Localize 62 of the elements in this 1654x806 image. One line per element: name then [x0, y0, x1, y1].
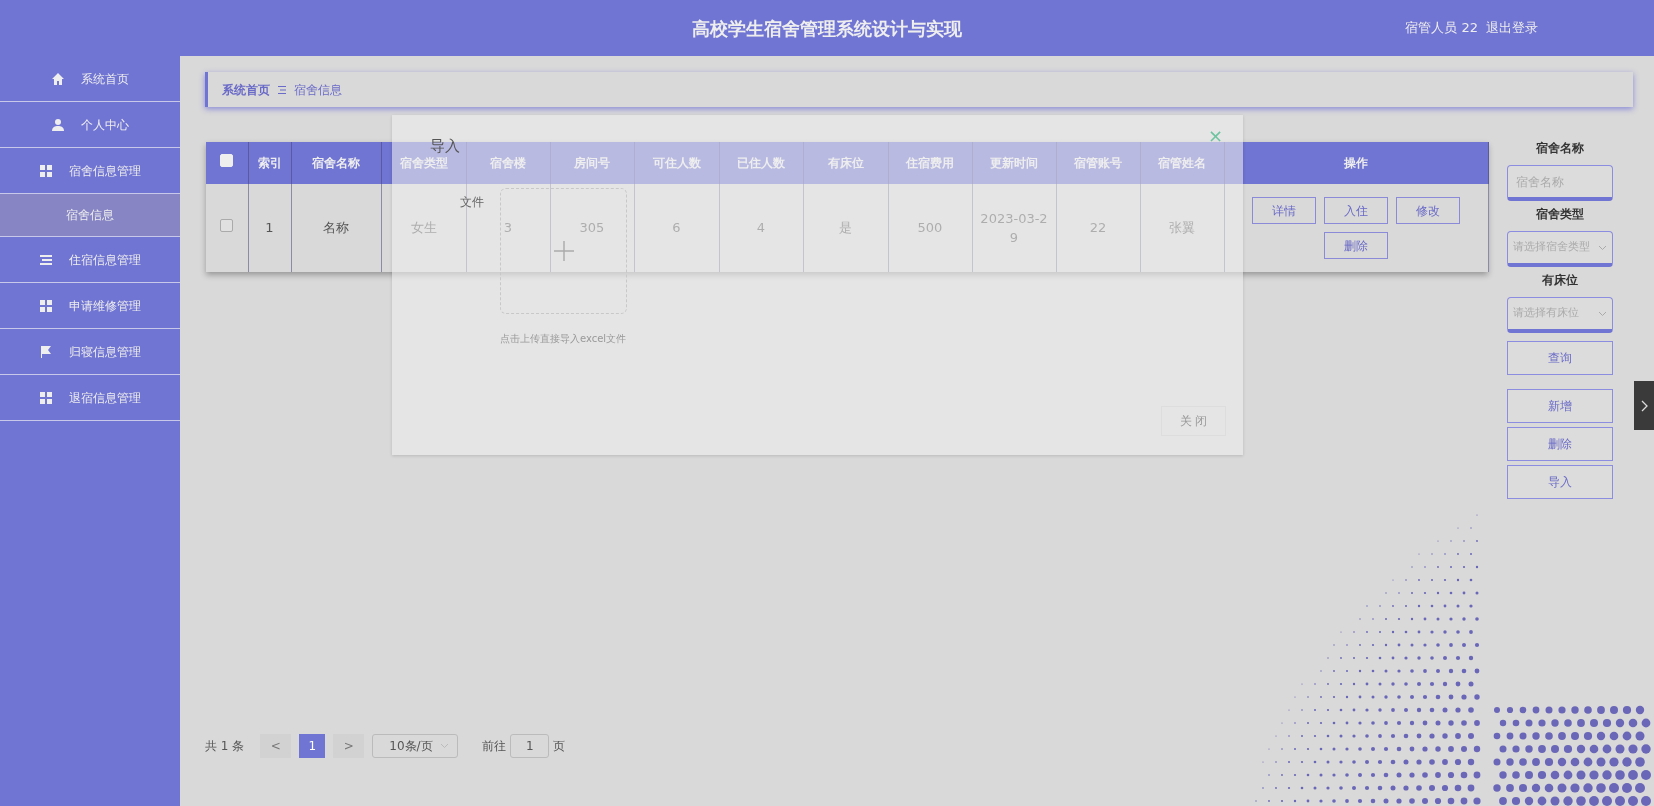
- sidebar-item[interactable]: 系统首页: [0, 56, 180, 102]
- sidebar-item[interactable]: 申请维修管理: [0, 283, 180, 329]
- expand-tab[interactable]: [1634, 381, 1654, 430]
- home-icon: [51, 71, 65, 86]
- toolbar-button[interactable]: 导入: [1507, 465, 1613, 499]
- grid-icon: [39, 298, 53, 313]
- logout-link[interactable]: 退出登录: [1486, 18, 1538, 38]
- select-all-checkbox[interactable]: [220, 154, 234, 167]
- total-count: 共 1 条: [205, 738, 245, 755]
- goto-label: 前往: [482, 738, 507, 755]
- chevron-down-icon: [1598, 244, 1607, 251]
- page-button[interactable]: 1: [299, 734, 326, 758]
- toolbar-button[interactable]: 新增: [1507, 389, 1613, 423]
- field-label: 宿舍名称: [1536, 140, 1584, 157]
- table-cell: 305: [579, 220, 605, 236]
- breadcrumb-link[interactable]: 系统首页: [222, 80, 270, 99]
- next-page-button[interactable]: >: [333, 734, 365, 758]
- table-cell: 名称: [323, 220, 349, 236]
- plus-icon: [552, 240, 575, 262]
- column-header: 操作: [1344, 156, 1368, 170]
- separator-icon: [278, 84, 286, 95]
- table-cell: 2023-03-29: [980, 210, 1048, 245]
- row-checkbox[interactable]: [220, 219, 234, 233]
- query-button[interactable]: 查询: [1507, 341, 1613, 375]
- column-header: 索引: [257, 156, 282, 170]
- prev-page-button[interactable]: <: [260, 734, 292, 758]
- chevron-down-icon: [440, 743, 450, 749]
- chevron-down-icon: [1598, 310, 1607, 317]
- field-label: 文件: [460, 194, 484, 211]
- field-label: 有床位: [1542, 272, 1578, 289]
- page-input[interactable]: 1: [510, 734, 550, 758]
- action-button[interactable]: 修改: [1396, 197, 1460, 224]
- sidebar-item[interactable]: 归寝信息管理: [0, 329, 180, 375]
- user-icon: [51, 117, 65, 132]
- page-suffix: 页: [553, 738, 566, 755]
- sidebar-item[interactable]: 个人中心: [0, 102, 180, 148]
- table-cell: 22: [1089, 220, 1107, 236]
- flag-icon: [39, 344, 53, 359]
- table-cell: 6: [672, 220, 681, 236]
- action-button[interactable]: 详情: [1252, 197, 1316, 224]
- field-label: 宿舍类型: [1536, 206, 1584, 223]
- list-icon: [39, 252, 53, 267]
- sidebar-item[interactable]: 住宿信息管理: [0, 237, 180, 283]
- user-label: 宿管人员 22: [1405, 19, 1478, 38]
- action-button[interactable]: 入住: [1324, 197, 1388, 224]
- sidebar-item[interactable]: 退宿信息管理: [0, 375, 180, 421]
- chevron-right-icon: [1640, 399, 1648, 412]
- app-title: 高校学生宿舍管理系统设计与实现: [692, 16, 962, 41]
- breadcrumb-link[interactable]: 宿舍信息: [294, 80, 342, 99]
- action-button[interactable]: 删除: [1324, 232, 1388, 259]
- dialog-title: 导入: [430, 136, 460, 157]
- table-cell: 4: [756, 220, 766, 236]
- grid-icon: [39, 163, 53, 178]
- table-cell: 500: [917, 220, 943, 236]
- table-cell: 1: [265, 220, 274, 236]
- grid-icon: [39, 390, 53, 405]
- column-header: 宿舍名称: [312, 156, 360, 170]
- close-dialog-button[interactable]: 关 闭: [1161, 406, 1226, 436]
- toolbar-button[interactable]: 删除: [1507, 427, 1613, 461]
- sidebar-subitem[interactable]: 宿舍信息: [0, 194, 180, 237]
- page-size-select[interactable]: 10条/页: [372, 734, 459, 758]
- table-cell: 3: [503, 220, 513, 236]
